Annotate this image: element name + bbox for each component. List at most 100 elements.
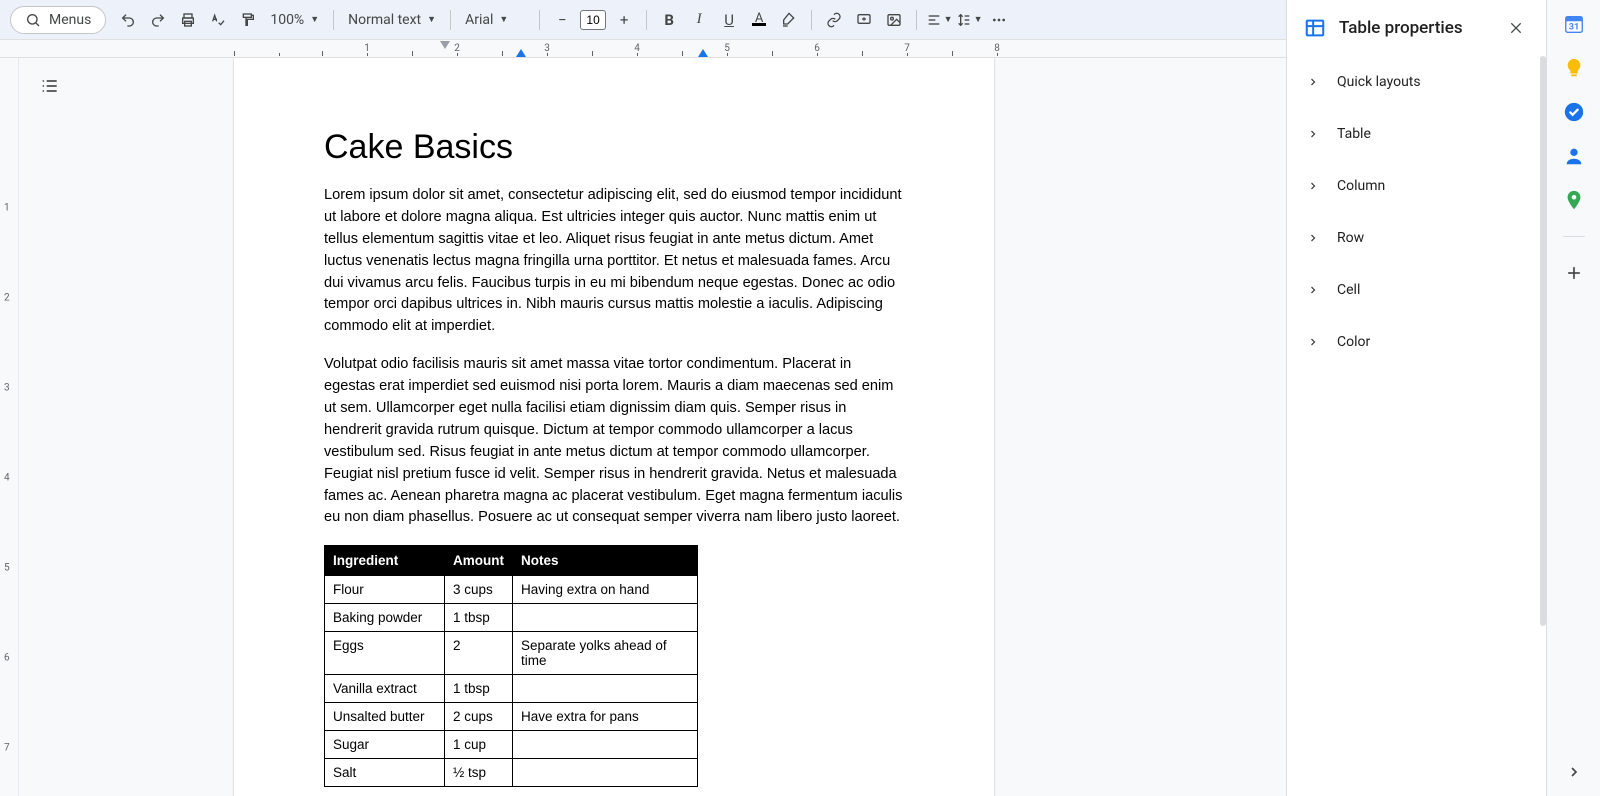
font-size-input[interactable] xyxy=(580,10,606,30)
table-icon xyxy=(1303,16,1327,40)
document-title[interactable]: Cake Basics xyxy=(324,128,904,167)
svg-text:31: 31 xyxy=(1568,23,1579,33)
line-spacing-button[interactable]: ▼ xyxy=(955,6,983,34)
show-outline-button[interactable] xyxy=(36,72,64,100)
table-cell[interactable]: Unsalted butter xyxy=(325,703,445,731)
table-cell[interactable]: Vanilla extract xyxy=(325,675,445,703)
table-cell[interactable]: 1 cup xyxy=(445,731,513,759)
table-cell[interactable] xyxy=(513,604,698,632)
table-header[interactable]: Ingredient xyxy=(325,546,445,576)
insert-comment-button[interactable] xyxy=(850,6,878,34)
table-cell[interactable]: ½ tsp xyxy=(445,759,513,787)
font-size-control: − + xyxy=(548,6,638,34)
tasks-app-button[interactable] xyxy=(1562,100,1586,124)
chevron-down-icon: ▼ xyxy=(944,14,953,25)
menus-pill[interactable]: Menus xyxy=(10,6,106,34)
table-cell[interactable]: Eggs xyxy=(325,632,445,675)
table-cell[interactable] xyxy=(513,731,698,759)
table-header[interactable]: Notes xyxy=(513,546,698,576)
table-cell[interactable]: Having extra on hand xyxy=(513,576,698,604)
italic-button[interactable]: I xyxy=(685,6,713,34)
chevron-down-icon: ▼ xyxy=(499,14,508,25)
table-cell[interactable] xyxy=(513,759,698,787)
table-cell[interactable]: 2 cups xyxy=(445,703,513,731)
table-cell[interactable]: 1 tbsp xyxy=(445,604,513,632)
contacts-app-button[interactable] xyxy=(1562,144,1586,168)
indent-marker-left[interactable] xyxy=(440,41,450,51)
insert-image-button[interactable] xyxy=(880,6,908,34)
print-button[interactable] xyxy=(174,6,202,34)
text-color-swatch xyxy=(752,23,766,26)
font-select[interactable]: Arial ▼ xyxy=(459,6,531,34)
add-app-button[interactable] xyxy=(1562,261,1586,285)
keep-app-button[interactable] xyxy=(1562,56,1586,80)
indent-marker-right[interactable] xyxy=(698,49,708,58)
separator xyxy=(811,10,812,30)
table-cell[interactable]: Salt xyxy=(325,759,445,787)
maps-app-button[interactable] xyxy=(1562,188,1586,212)
panel-title: Table properties xyxy=(1339,18,1490,38)
table-cell[interactable]: Sugar xyxy=(325,731,445,759)
panel-section-label: Column xyxy=(1337,178,1385,194)
table-row[interactable]: Salt ½ tsp xyxy=(325,759,698,787)
align-button[interactable]: ▼ xyxy=(925,6,953,34)
decrease-font-button[interactable]: − xyxy=(548,6,576,34)
vertical-ruler[interactable]: 1 2 3 4 5 6 7 xyxy=(0,58,19,796)
highlight-button[interactable] xyxy=(775,6,803,34)
zoom-select[interactable]: 100% ▼ xyxy=(264,6,325,34)
chevron-right-icon xyxy=(1303,232,1323,244)
table-cell[interactable]: 2 xyxy=(445,632,513,675)
page-content[interactable]: Cake Basics Lorem ipsum dolor sit amet, … xyxy=(234,58,994,796)
chevron-down-icon: ▼ xyxy=(310,14,319,25)
close-panel-button[interactable] xyxy=(1502,14,1530,42)
separator xyxy=(646,10,647,30)
table-cell[interactable]: Separate yolks ahead of time xyxy=(513,632,698,675)
paragraph[interactable]: Volutpat odio facilisis mauris sit amet … xyxy=(324,354,904,529)
hide-rail-button[interactable] xyxy=(1562,760,1586,784)
increase-font-button[interactable]: + xyxy=(610,6,638,34)
style-select[interactable]: Normal text ▼ xyxy=(342,6,442,34)
bold-button[interactable]: B xyxy=(655,6,683,34)
more-button[interactable] xyxy=(985,6,1013,34)
panel-section-table[interactable]: Table xyxy=(1287,108,1546,160)
table-cell[interactable]: Have extra for pans xyxy=(513,703,698,731)
table-row[interactable]: Baking powder 1 tbsp xyxy=(325,604,698,632)
ingredients-table[interactable]: Ingredient Amount Notes Flour 3 cups Hav… xyxy=(324,545,698,787)
underline-button[interactable]: U xyxy=(715,6,743,34)
table-cell[interactable]: 1 tbsp xyxy=(445,675,513,703)
spellcheck-button[interactable] xyxy=(204,6,232,34)
panel-section-color[interactable]: Color xyxy=(1287,316,1546,368)
table-properties-panel: Table properties Quick layouts Table Col… xyxy=(1286,0,1546,796)
separator xyxy=(539,10,540,30)
panel-section-quick-layouts[interactable]: Quick layouts xyxy=(1287,56,1546,108)
panel-section-row[interactable]: Row xyxy=(1287,212,1546,264)
chevron-right-icon xyxy=(1303,284,1323,296)
panel-section-cell[interactable]: Cell xyxy=(1287,264,1546,316)
table-row[interactable]: Unsalted butter 2 cups Have extra for pa… xyxy=(325,703,698,731)
table-row[interactable]: Sugar 1 cup xyxy=(325,731,698,759)
table-cell[interactable]: 3 cups xyxy=(445,576,513,604)
table-cell[interactable]: Baking powder xyxy=(325,604,445,632)
paragraph[interactable]: Lorem ipsum dolor sit amet, consectetur … xyxy=(324,185,904,338)
table-row[interactable]: Vanilla extract 1 tbsp xyxy=(325,675,698,703)
panel-section-label: Quick layouts xyxy=(1337,74,1421,90)
table-row[interactable]: Flour 3 cups Having extra on hand xyxy=(325,576,698,604)
chevron-right-icon xyxy=(1303,336,1323,348)
undo-button[interactable] xyxy=(114,6,142,34)
separator xyxy=(333,10,334,30)
table-cell[interactable]: Flour xyxy=(325,576,445,604)
document-page[interactable]: Cake Basics Lorem ipsum dolor sit amet, … xyxy=(234,58,994,796)
insert-link-button[interactable] xyxy=(820,6,848,34)
chevron-right-icon xyxy=(1303,76,1323,88)
paint-format-button[interactable] xyxy=(234,6,262,34)
table-row[interactable]: Eggs 2 Separate yolks ahead of time xyxy=(325,632,698,675)
chevron-down-icon: ▼ xyxy=(427,14,436,25)
panel-section-column[interactable]: Column xyxy=(1287,160,1546,212)
redo-button[interactable] xyxy=(144,6,172,34)
table-cell[interactable] xyxy=(513,675,698,703)
text-color-button[interactable]: A xyxy=(745,6,773,34)
calendar-app-button[interactable]: 31 xyxy=(1562,12,1586,36)
table-header[interactable]: Amount xyxy=(445,546,513,576)
table-header-row[interactable]: Ingredient Amount Notes xyxy=(325,546,698,576)
indent-marker-first[interactable] xyxy=(516,49,526,58)
